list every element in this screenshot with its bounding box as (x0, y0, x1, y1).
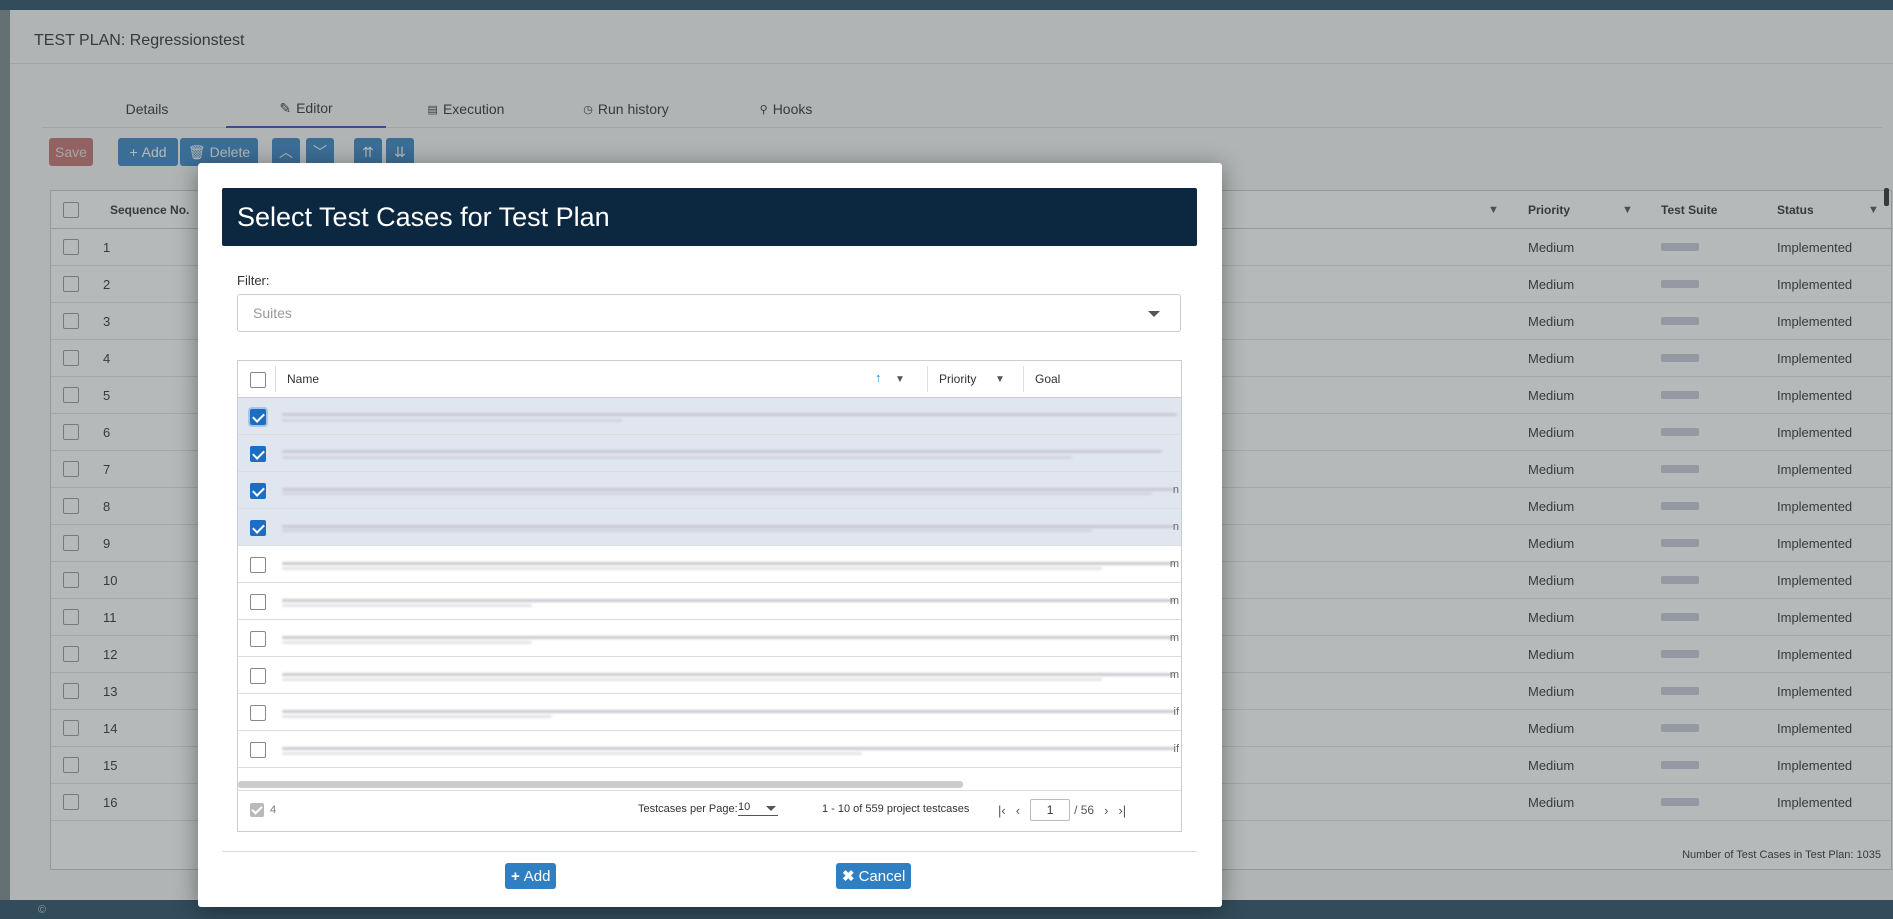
row-checkbox[interactable] (250, 668, 266, 684)
filter-placeholder: Suites (253, 305, 292, 321)
row-checkbox[interactable] (250, 705, 266, 721)
redacted-text (282, 636, 1175, 639)
table-row[interactable]: m (238, 657, 1181, 694)
divider (222, 851, 1197, 852)
filter-icon[interactable]: ▼ (895, 374, 905, 385)
dialog-title: Select Test Cases for Test Plan (222, 188, 1197, 246)
column-goal[interactable]: Goal (1035, 372, 1060, 386)
suites-filter-select[interactable]: Suites (237, 294, 1181, 332)
row-checkbox[interactable] (250, 631, 266, 647)
selected-count: 4 (250, 803, 276, 817)
column-priority[interactable]: Priority (939, 372, 976, 386)
grid-header: Name ↑ ▼ Priority ▼ Goal (238, 361, 1181, 398)
redacted-text (282, 450, 1162, 453)
redacted-text (282, 752, 862, 755)
redacted-text (282, 492, 1152, 495)
add-label: Add (523, 867, 551, 885)
redacted-text (282, 567, 1102, 570)
select-test-cases-dialog: Select Test Cases for Test Plan Filter: … (198, 163, 1222, 907)
table-row[interactable]: if (238, 731, 1181, 768)
goal-cell: m (1169, 632, 1179, 644)
close-icon: ✖ (842, 868, 855, 885)
column-separator (275, 366, 276, 392)
row-checkbox[interactable] (250, 520, 266, 536)
column-separator (1023, 366, 1024, 392)
horizontal-scrollbar[interactable] (238, 781, 963, 788)
redacted-text (282, 488, 1175, 491)
row-checkbox[interactable] (250, 742, 266, 758)
previous-page-icon[interactable]: ‹ (1016, 803, 1020, 818)
redacted-text (282, 710, 1175, 713)
table-row[interactable] (238, 435, 1181, 472)
pager: |‹ ‹ 1 / 56 › ›| (998, 799, 1126, 821)
redacted-text (282, 678, 1102, 681)
row-checkbox[interactable] (250, 557, 266, 573)
table-row[interactable]: m (238, 620, 1181, 657)
select-all-checkbox[interactable] (250, 372, 266, 388)
table-row[interactable]: if (238, 694, 1181, 731)
test-case-grid: Name ↑ ▼ Priority ▼ Goal n n m m m m if … (237, 360, 1182, 832)
goal-cell: m (1169, 669, 1179, 681)
redacted-text (282, 419, 622, 422)
table-row[interactable]: m (238, 546, 1181, 583)
column-name[interactable]: Name (287, 372, 319, 386)
page-input[interactable]: 1 (1030, 799, 1071, 821)
row-checkbox[interactable] (250, 409, 266, 425)
filter-icon[interactable]: ▼ (995, 374, 1005, 385)
grid-footer: 4 Testcases per Page: 10 1 - 10 of 559 p… (238, 790, 1181, 831)
total-pages: / 56 (1074, 803, 1095, 817)
table-row[interactable]: m (238, 583, 1181, 620)
redacted-text (282, 562, 1175, 565)
plus-icon: + (511, 867, 520, 885)
redacted-text (282, 599, 1175, 602)
redacted-text (282, 413, 1177, 416)
table-row[interactable]: n (238, 472, 1181, 509)
cancel-label: Cancel (858, 867, 906, 885)
next-page-icon[interactable]: › (1104, 803, 1108, 818)
check-icon (250, 803, 264, 817)
redacted-text (282, 641, 532, 644)
table-row[interactable] (238, 398, 1181, 435)
per-page-select[interactable]: 10 (738, 801, 778, 816)
goal-cell: n (1172, 521, 1179, 533)
per-page-value: 10 (738, 801, 751, 813)
redacted-text (282, 715, 552, 718)
redacted-text (282, 673, 1175, 676)
table-row[interactable]: n (238, 509, 1181, 546)
row-checkbox[interactable] (250, 483, 266, 499)
goal-cell: m (1169, 595, 1179, 607)
sort-ascending-icon[interactable]: ↑ (875, 370, 882, 385)
redacted-text (282, 456, 1072, 459)
per-page-label: Testcases per Page: (638, 803, 738, 815)
goal-cell: m (1169, 558, 1179, 570)
row-checkbox[interactable] (250, 594, 266, 610)
column-separator (927, 366, 928, 392)
first-page-icon[interactable]: |‹ (998, 803, 1006, 818)
goal-cell: if (1173, 706, 1180, 718)
filter-label: Filter: (237, 273, 270, 288)
caret-down-icon (766, 806, 776, 811)
row-checkbox[interactable] (250, 446, 266, 462)
caret-down-icon (1148, 311, 1160, 317)
add-button[interactable]: + Add (505, 863, 557, 889)
redacted-text (282, 604, 532, 607)
last-page-icon[interactable]: ›| (1118, 803, 1126, 818)
cancel-button[interactable]: ✖ Cancel (836, 863, 912, 889)
redacted-text (282, 747, 1175, 750)
redacted-text (282, 525, 1175, 528)
redacted-text (282, 529, 1092, 532)
goal-cell: n (1172, 484, 1179, 496)
range-text: 1 - 10 of 559 project testcases (822, 803, 970, 815)
goal-cell: if (1173, 743, 1180, 755)
selected-count-value: 4 (270, 804, 277, 816)
